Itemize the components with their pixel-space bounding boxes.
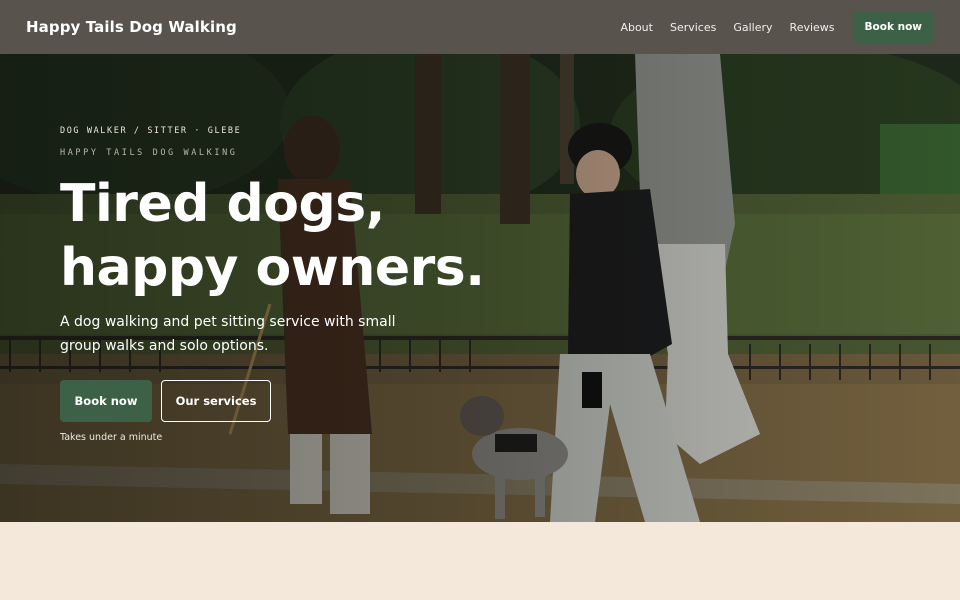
hero-eyebrow: DOG WALKER / SITTER · GLEBE	[60, 126, 242, 136]
next-section	[0, 522, 960, 600]
nav-link-reviews[interactable]: Reviews	[790, 21, 835, 34]
hero-our-services-button[interactable]: Our services	[161, 380, 271, 422]
hero-headline: Tired dogs, happy owners.	[60, 172, 540, 300]
brand-logo-text[interactable]: Happy Tails Dog Walking	[26, 18, 237, 36]
hero-headline-line-1: Tired dogs,	[60, 174, 385, 234]
top-nav: Happy Tails Dog Walking About Services G…	[0, 0, 960, 54]
hero-subhead: A dog walking and pet sitting service wi…	[60, 314, 396, 354]
nav-link-services[interactable]: Services	[670, 21, 716, 34]
nav-links: About Services Gallery Reviews Book now	[620, 11, 934, 43]
nav-link-about[interactable]: About	[620, 21, 653, 34]
hero-section: DOG WALKER / SITTER · GLEBE HAPPY TAILS …	[0, 54, 960, 522]
nav-link-gallery[interactable]: Gallery	[733, 21, 772, 34]
hero-helper-text: Takes under a minute	[60, 432, 163, 443]
hero-cta-row: Book now Our services	[60, 380, 540, 422]
hero-book-now-button[interactable]: Book now	[60, 380, 152, 422]
hero-eyebrow-sub: HAPPY TAILS DOG WALKING	[60, 148, 238, 158]
hero-headline-line-2: happy owners.	[60, 238, 485, 298]
nav-book-now-button[interactable]: Book now	[852, 11, 934, 43]
hero-content: DOG WALKER / SITTER · GLEBE HAPPY TAILS …	[60, 126, 540, 443]
